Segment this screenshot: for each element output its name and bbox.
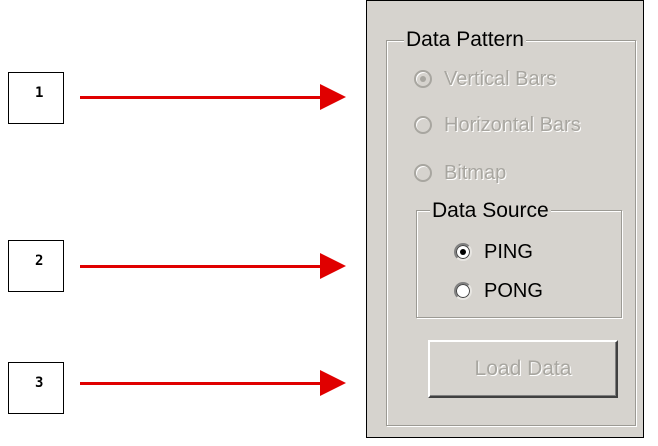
radio-unselected-icon <box>414 164 432 182</box>
radio-unselected-icon <box>454 282 472 300</box>
load-data-button[interactable]: Load Data <box>428 340 618 398</box>
radio-selected-icon <box>454 243 472 261</box>
data-pattern-legend: Data Pattern <box>404 28 526 52</box>
radio-unselected-icon <box>414 116 432 134</box>
radio-label: Horizontal Bars <box>444 114 581 136</box>
radio-horizontal-bars[interactable]: Horizontal Bars <box>414 110 581 140</box>
callout-number: 1 <box>35 85 44 101</box>
radio-label: PING <box>484 241 533 263</box>
radio-pong[interactable]: PONG <box>454 276 543 306</box>
data-source-legend: Data Source <box>430 199 551 223</box>
radio-bitmap[interactable]: Bitmap <box>414 158 506 188</box>
callout-number: 3 <box>35 375 44 391</box>
callout-number: 2 <box>35 253 44 269</box>
radio-label: Vertical Bars <box>444 68 557 90</box>
callout-2: 2 <box>8 240 64 292</box>
radio-label: Bitmap <box>444 162 507 184</box>
radio-label: PONG <box>484 280 543 302</box>
radio-selected-icon <box>414 70 432 88</box>
callout-3: 3 <box>8 362 64 414</box>
callout-1: 1 <box>8 72 64 124</box>
radio-ping[interactable]: PING <box>454 237 533 267</box>
radio-vertical-bars[interactable]: Vertical Bars <box>414 64 556 94</box>
